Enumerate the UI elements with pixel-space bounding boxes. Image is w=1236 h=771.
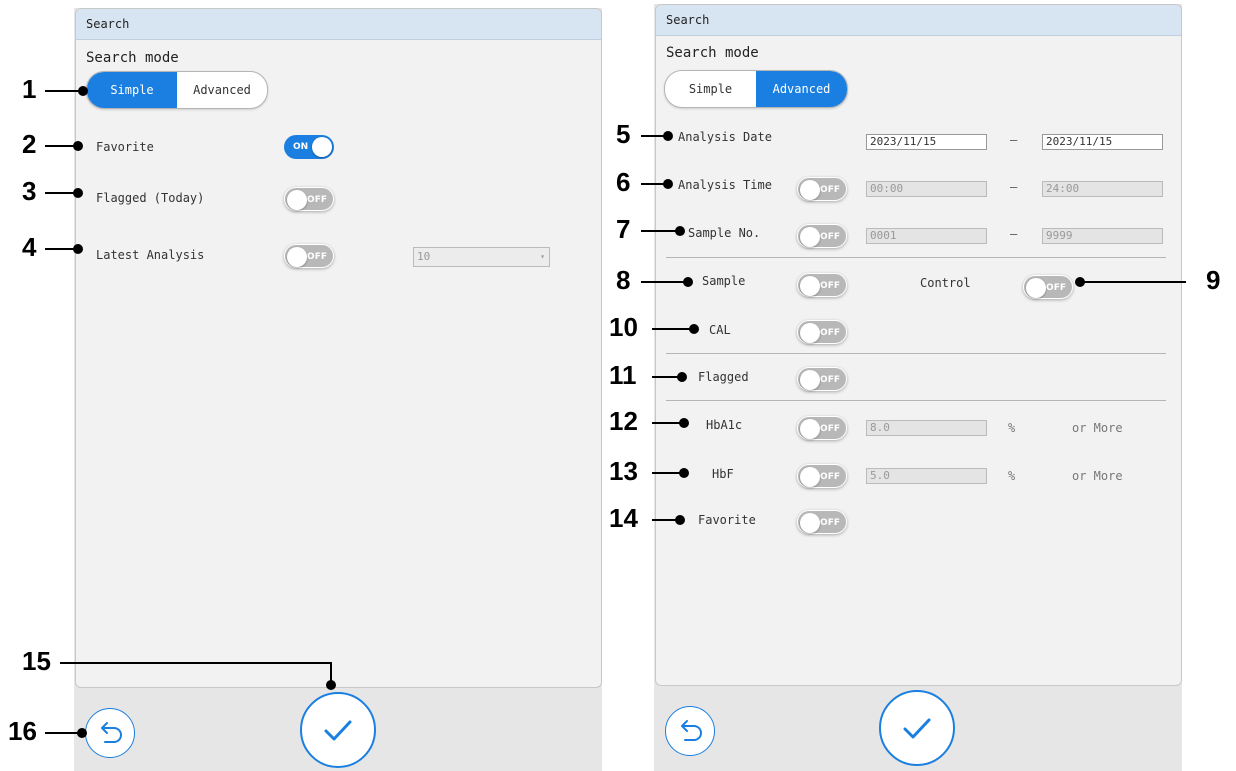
callout-number: 1 (22, 74, 37, 104)
callout-number: 3 (22, 176, 37, 206)
callout-number: 5 (616, 119, 631, 149)
callout-number: 16 (8, 716, 37, 746)
callout-number: 9 (1206, 265, 1221, 295)
callout-number: 8 (616, 265, 631, 295)
callout-number: 2 (22, 129, 37, 159)
callout-number: 12 (609, 406, 638, 436)
callout-number: 11 (609, 360, 637, 390)
callout-number: 13 (609, 456, 638, 486)
callout-number: 7 (616, 214, 631, 244)
callout-number: 14 (609, 503, 638, 533)
callout-number: 4 (22, 232, 37, 262)
callout-number: 10 (609, 312, 638, 342)
callout-number: 6 (616, 167, 631, 197)
callout-number: 15 (22, 646, 51, 676)
